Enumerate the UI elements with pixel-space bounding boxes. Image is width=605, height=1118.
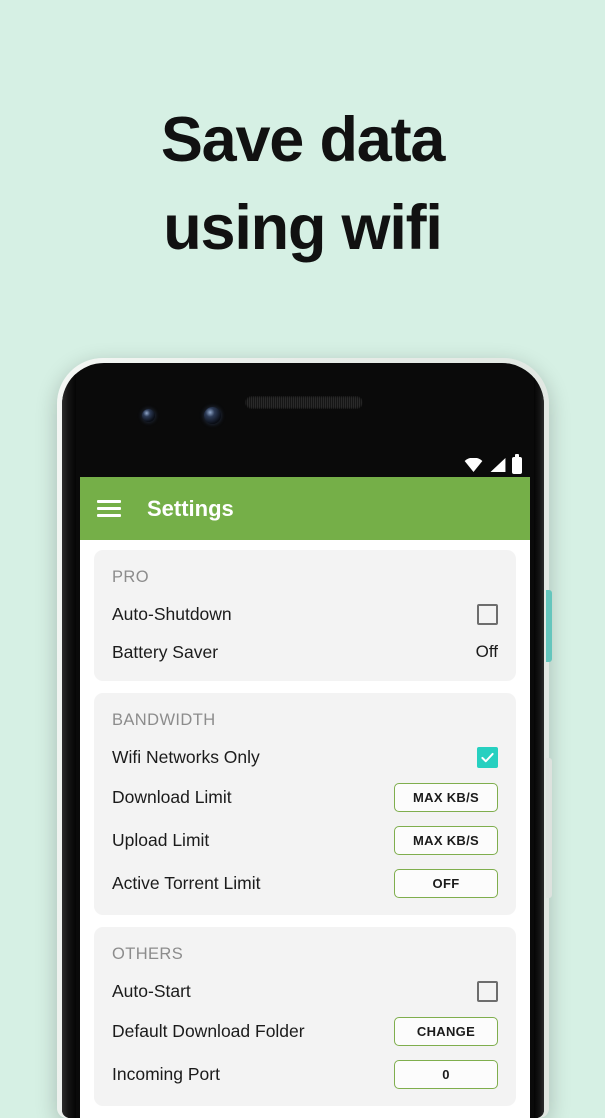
row-battery-saver[interactable]: Battery Saver Off	[94, 633, 516, 671]
section-header-bandwidth: BANDWIDTH	[112, 711, 216, 729]
row-label: Wifi Networks Only	[112, 746, 260, 767]
wifi-networks-only-checkbox[interactable]	[477, 746, 498, 768]
auto-shutdown-checkbox[interactable]	[477, 603, 498, 625]
hamburger-menu-icon[interactable]	[97, 500, 121, 517]
row-auto-start[interactable]: Auto-Start	[94, 972, 516, 1010]
row-active-torrent-limit[interactable]: Active Torrent Limit OFF	[94, 862, 516, 905]
headline-line-2: using wifi	[163, 193, 443, 263]
section-header-others: OTHERS	[112, 945, 184, 963]
front-camera-2-icon	[204, 407, 221, 424]
row-label: Download Limit	[112, 787, 232, 807]
check-icon	[481, 752, 494, 762]
bezel-left-highlight	[62, 363, 76, 1118]
row-label: Active Torrent Limit	[112, 873, 261, 893]
app-bar: Settings	[80, 477, 530, 540]
wifi-icon	[464, 458, 483, 472]
settings-list: PRO Auto-Shutdown Battery Saver Off BAND…	[80, 540, 530, 1106]
auto-start-checkbox[interactable]	[477, 980, 498, 1002]
change-folder-button[interactable]: CHANGE	[394, 1017, 498, 1046]
battery-icon	[512, 453, 522, 474]
headline-line-1: Save data	[160, 105, 446, 175]
signal-icon	[490, 458, 506, 472]
row-label: Default Download Folder	[112, 1021, 305, 1041]
section-header-pro: PRO	[112, 568, 149, 586]
page-title: Save data using wifi	[0, 96, 605, 272]
settings-card-bandwidth: BANDWIDTH Wifi Networks Only Download Li…	[94, 693, 516, 915]
row-upload-limit[interactable]: Upload Limit MAX KB/S	[94, 819, 516, 862]
row-label: Battery Saver	[112, 641, 219, 662]
incoming-port-button[interactable]: 0	[394, 1060, 498, 1089]
row-download-limit[interactable]: Download Limit MAX KB/S	[94, 776, 516, 819]
row-label: Incoming Port	[112, 1064, 220, 1084]
phone-screen: Settings PRO Auto-Shutdown Battery Saver…	[80, 477, 530, 1118]
row-label: Auto-Shutdown	[112, 603, 232, 624]
row-incoming-port[interactable]: Incoming Port 0	[94, 1053, 516, 1096]
row-default-download-folder[interactable]: Default Download Folder CHANGE	[94, 1010, 516, 1053]
battery-saver-value: Off	[475, 642, 498, 661]
row-label: Upload Limit	[112, 830, 210, 850]
phone-bezel: Settings PRO Auto-Shutdown Battery Saver…	[62, 363, 544, 1118]
bezel-right-highlight	[534, 363, 544, 1118]
phone-mockup: Settings PRO Auto-Shutdown Battery Saver…	[57, 358, 552, 1118]
gray-side-button[interactable]	[546, 758, 552, 898]
download-limit-button[interactable]: MAX KB/S	[394, 783, 498, 812]
row-label: Auto-Start	[112, 980, 191, 1001]
row-auto-shutdown[interactable]: Auto-Shutdown	[94, 595, 516, 633]
earpiece-speaker-icon	[245, 396, 363, 409]
teal-side-button[interactable]	[546, 590, 552, 662]
settings-card-others: OTHERS Auto-Start Default Download Folde…	[94, 927, 516, 1106]
settings-card-pro: PRO Auto-Shutdown Battery Saver Off	[94, 550, 516, 681]
active-torrent-limit-button[interactable]: OFF	[394, 869, 498, 898]
app-bar-title: Settings	[147, 495, 234, 521]
upload-limit-button[interactable]: MAX KB/S	[394, 826, 498, 855]
row-wifi-networks-only[interactable]: Wifi Networks Only	[94, 738, 516, 776]
front-camera-1-icon	[142, 409, 155, 422]
